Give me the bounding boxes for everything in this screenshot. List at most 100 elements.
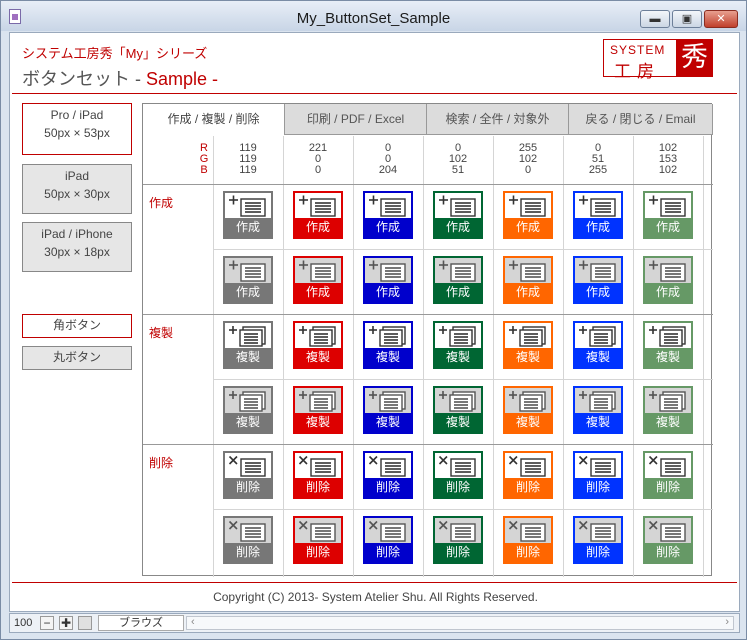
delete-button-pressed[interactable]: 削除 xyxy=(223,516,273,564)
button-label: 複製 xyxy=(575,413,621,432)
create-button[interactable]: 作成 xyxy=(573,191,623,239)
tab-4[interactable]: 戻る / 閉じる / Email xyxy=(569,104,713,135)
copy-button[interactable]: 複製 xyxy=(363,321,413,369)
button-label: 作成 xyxy=(225,218,271,237)
button-label: 作成 xyxy=(365,218,411,237)
create-button[interactable]: 作成 xyxy=(643,191,693,239)
delete-button-pressed[interactable]: 削除 xyxy=(503,516,553,564)
scroll-left-icon[interactable]: ‹ xyxy=(191,616,195,628)
copy-button[interactable]: 複製 xyxy=(573,321,623,369)
copy-button-pressed[interactable]: 複製 xyxy=(223,386,273,434)
button-label: 作成 xyxy=(575,218,621,237)
button-label: 作成 xyxy=(295,283,341,302)
scroll-right-icon[interactable]: › xyxy=(725,616,729,628)
button-label: 削除 xyxy=(365,478,411,497)
delete-button-pressed[interactable]: 削除 xyxy=(293,516,343,564)
size-option-3[interactable]: iPad / iPhone 30px × 18px xyxy=(22,222,132,272)
shape-option-1[interactable]: 角ボタン xyxy=(22,314,132,338)
create-button-pressed[interactable]: 作成 xyxy=(223,256,273,304)
create-button-pressed[interactable]: 作成 xyxy=(293,256,343,304)
delete-button-pressed[interactable]: 削除 xyxy=(643,516,693,564)
zoom-out-button[interactable]: − xyxy=(40,616,54,630)
copy-button-pressed[interactable]: 複製 xyxy=(573,386,623,434)
create-icon xyxy=(439,260,476,282)
rgb-value-b: 255 xyxy=(588,164,608,176)
copy-button-pressed[interactable]: 複製 xyxy=(433,386,483,434)
delete-button[interactable]: 削除 xyxy=(433,451,483,499)
copy-icon xyxy=(229,326,266,347)
horizontal-scrollbar[interactable]: ‹ › xyxy=(186,616,734,630)
button-label: 作成 xyxy=(505,283,551,302)
create-button-pressed[interactable]: 作成 xyxy=(363,256,413,304)
zoom-in-button[interactable]: ✚ xyxy=(59,616,73,630)
create-button[interactable]: 作成 xyxy=(503,191,553,239)
button-icon-area xyxy=(645,258,691,283)
rgb-value-column: 0 0 204 xyxy=(353,143,423,176)
delete-button[interactable]: 削除 xyxy=(643,451,693,499)
copy-button-pressed[interactable]: 複製 xyxy=(643,386,693,434)
column-divider xyxy=(283,136,284,577)
create-icon xyxy=(369,195,406,217)
create-button-pressed[interactable]: 作成 xyxy=(643,256,693,304)
copy-button-pressed[interactable]: 複製 xyxy=(363,386,413,434)
size-option-1[interactable]: Pro / iPad 50px × 53px xyxy=(22,103,132,155)
create-button[interactable]: 作成 xyxy=(293,191,343,239)
button-label: 削除 xyxy=(365,543,411,562)
tab-1[interactable]: 作成 / 複製 / 削除 xyxy=(143,104,285,135)
zoom-level: 100 xyxy=(14,617,33,629)
rgb-value-column: 221 0 0 xyxy=(283,143,353,176)
copy-button[interactable]: 複製 xyxy=(433,321,483,369)
copy-button[interactable]: 複製 xyxy=(503,321,553,369)
create-icon xyxy=(579,260,616,282)
create-button[interactable]: 作成 xyxy=(223,191,273,239)
tab-3[interactable]: 検索 / 全件 / 対象外 xyxy=(427,104,569,135)
button-icon-area xyxy=(645,518,691,543)
toggle-bars-icon[interactable] xyxy=(78,616,92,630)
create-icon xyxy=(509,195,546,217)
delete-icon xyxy=(508,455,546,477)
button-label: 削除 xyxy=(225,543,271,562)
button-icon-area xyxy=(365,258,411,283)
button-icon-area xyxy=(505,323,551,348)
delete-button[interactable]: 削除 xyxy=(573,451,623,499)
delete-button[interactable]: 削除 xyxy=(503,451,553,499)
column-divider xyxy=(353,136,354,577)
delete-button-pressed[interactable]: 削除 xyxy=(573,516,623,564)
delete-icon xyxy=(578,520,616,542)
button-label: 作成 xyxy=(645,283,691,302)
delete-button-pressed[interactable]: 削除 xyxy=(433,516,483,564)
button-label: 削除 xyxy=(435,543,481,562)
column-divider xyxy=(703,136,704,577)
delete-button[interactable]: 削除 xyxy=(363,451,413,499)
delete-button[interactable]: 削除 xyxy=(223,451,273,499)
create-button[interactable]: 作成 xyxy=(433,191,483,239)
delete-icon xyxy=(298,520,336,542)
create-button-pressed[interactable]: 作成 xyxy=(573,256,623,304)
button-icon-area xyxy=(225,193,271,218)
delete-button[interactable]: 削除 xyxy=(293,451,343,499)
copy-button-pressed[interactable]: 複製 xyxy=(503,386,553,434)
copy-button[interactable]: 複製 xyxy=(223,321,273,369)
delete-icon xyxy=(648,520,686,542)
tab-2[interactable]: 印刷 / PDF / Excel xyxy=(285,104,427,135)
button-label: 削除 xyxy=(295,478,341,497)
copy-icon xyxy=(649,326,686,347)
copy-button-pressed[interactable]: 複製 xyxy=(293,386,343,434)
delete-button-pressed[interactable]: 削除 xyxy=(363,516,413,564)
page-title-accent: Sample - xyxy=(146,69,219,89)
close-button[interactable]: ✕ xyxy=(704,10,738,28)
button-label: 複製 xyxy=(295,413,341,432)
maximize-button[interactable]: ▣ xyxy=(672,10,702,28)
minimize-button[interactable]: ▬ xyxy=(640,10,670,28)
size-option-2[interactable]: iPad 50px × 30px xyxy=(22,164,132,214)
button-icon-area xyxy=(435,258,481,283)
copy-button[interactable]: 複製 xyxy=(293,321,343,369)
create-button-pressed[interactable]: 作成 xyxy=(503,256,553,304)
button-label: 複製 xyxy=(365,348,411,367)
rgb-value-b: 0 xyxy=(314,164,322,176)
create-button-pressed[interactable]: 作成 xyxy=(433,256,483,304)
copy-button[interactable]: 複製 xyxy=(643,321,693,369)
shape-option-2[interactable]: 丸ボタン xyxy=(22,346,132,370)
button-icon-area xyxy=(365,388,411,413)
create-button[interactable]: 作成 xyxy=(363,191,413,239)
